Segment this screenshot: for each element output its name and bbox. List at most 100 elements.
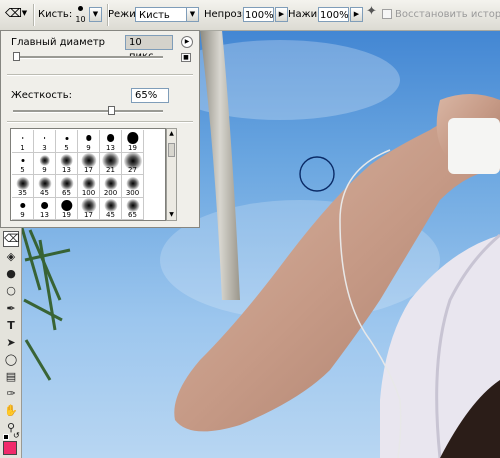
brush-preview-dot: [78, 6, 83, 11]
brush-preset-size-label: 9: [20, 211, 25, 219]
eyedropper-icon[interactable]: ✑: [3, 386, 19, 402]
blur-icon[interactable]: ●: [3, 266, 19, 282]
opacity-input[interactable]: 100%: [243, 7, 274, 22]
brush-preset-1-1[interactable]: 9: [34, 152, 56, 175]
brush-preset-size-label: 100: [81, 188, 96, 197]
brush-tip-icon: [21, 159, 24, 162]
brush-tip-icon: [40, 201, 49, 210]
brush-preset-size-label: 5: [20, 166, 25, 174]
brush-preset-size-label: 13: [106, 143, 115, 152]
opacity-slider-button[interactable]: ▶: [275, 7, 288, 22]
brush-preset-size-label: 13: [62, 166, 71, 174]
brush-tip-icon: [39, 155, 50, 166]
brush-tip-icon: [21, 137, 24, 139]
brush-preset-1-3[interactable]: 17: [78, 152, 100, 175]
scroll-up-arrow[interactable]: ▲: [167, 129, 176, 139]
brush-preset-2-4[interactable]: 200: [100, 175, 122, 198]
brush-preset-size-label: 45: [40, 188, 49, 197]
options-bar: ⌫ ▼ Кисть: 10 ▼ Режим: Кисть ▼ Непрозр.:…: [0, 0, 500, 31]
brush-preset-size-label: 19: [62, 211, 71, 219]
brush-preset-3-5[interactable]: 65: [122, 197, 144, 220]
brush-preset-3-4[interactable]: 45: [100, 197, 122, 220]
brush-tip-icon: [43, 137, 46, 139]
flow-input[interactable]: 100%: [318, 7, 349, 22]
toolbox: ⌫ ◈ ● ○ ✒ T ➤ ◯ ▤ ✑ ✋ ⚲ ↺: [0, 228, 22, 458]
brush-preset-2-0[interactable]: 35: [12, 175, 34, 198]
flow-input-value: 100%: [320, 10, 349, 21]
save-preset-icon[interactable]: ■: [181, 53, 191, 62]
brush-preset-0-0[interactable]: 1: [12, 130, 34, 153]
pen-icon[interactable]: ✒: [3, 301, 19, 317]
eraser-icon[interactable]: ⌫: [3, 231, 20, 247]
paint-bucket-icon[interactable]: ◈: [3, 249, 19, 265]
presets-scrollbar[interactable]: ▲ ▼: [166, 128, 177, 221]
brush-preset-size-label: 300: [125, 188, 140, 197]
brush-preset-2-5[interactable]: 300: [122, 175, 144, 198]
mode-select-value: Кисть: [139, 10, 170, 21]
brush-tip-icon: [106, 134, 115, 142]
opacity-input-value: 100%: [245, 10, 274, 21]
brush-preset-size-label: 200: [103, 188, 118, 197]
brush-preset-3-3[interactable]: 17: [78, 197, 100, 220]
brush-preset-0-1[interactable]: 3: [34, 130, 56, 153]
hand-icon[interactable]: ✋: [3, 403, 19, 419]
brush-preset-size-label: 1: [20, 143, 25, 152]
restore-history-label: Восстановить историю: [395, 9, 500, 20]
sponge-icon[interactable]: ○: [3, 283, 19, 299]
brush-picker-button[interactable]: ▼: [89, 7, 102, 22]
foreground-color-swatch[interactable]: [3, 441, 17, 455]
brush-preset-0-4[interactable]: 13: [100, 130, 122, 153]
flow-slider-button[interactable]: ▶: [350, 7, 363, 22]
brush-preset-size-label: 17: [84, 166, 93, 174]
brush-preset-0-3[interactable]: 9: [78, 130, 100, 153]
brush-preset-1-4[interactable]: 21: [100, 151, 122, 175]
airbrush-icon[interactable]: ✦: [366, 5, 377, 18]
brush-preset-size-label: 27: [128, 166, 137, 174]
brush-tip-icon: [85, 135, 92, 141]
brush-preset-size-label: 17: [84, 211, 93, 219]
notes-icon[interactable]: ▤: [3, 369, 19, 385]
brush-preset-3-2[interactable]: 19: [56, 197, 78, 220]
swap-colors-icon[interactable]: ↺: [13, 431, 20, 440]
brush-preset-0-5[interactable]: 19: [122, 130, 144, 153]
mode-select-arrow[interactable]: ▼: [186, 7, 199, 22]
panel-menu-button[interactable]: ▶: [181, 36, 193, 48]
hardness-input[interactable]: 65%: [131, 88, 169, 103]
type-icon[interactable]: T: [3, 318, 19, 334]
brush-preset-3-1[interactable]: 13: [34, 197, 56, 220]
brush-preset-1-5[interactable]: 27: [122, 151, 144, 175]
brush-preset-size-label: 65: [62, 188, 71, 197]
default-colors-icon[interactable]: [3, 434, 9, 440]
brush-picker-panel: Главный диаметр 10 пикс. ▶ ■ Жесткость: …: [0, 30, 200, 228]
brush-tip-icon: [60, 154, 73, 167]
diameter-slider-thumb[interactable]: [13, 52, 20, 61]
hardness-slider-track[interactable]: [13, 110, 163, 113]
brush-preset-3-0[interactable]: 9: [12, 197, 34, 220]
brush-presets-grid: 1 3 5 9 13 19 5 9 13 17 21 27 35 45 65 100 200 300 9 13 19 17…: [10, 128, 166, 221]
brush-preset-0-2[interactable]: 5: [56, 130, 78, 153]
brush-preset-2-3[interactable]: 100: [78, 175, 100, 198]
brush-preview[interactable]: 10: [72, 4, 88, 26]
scroll-down-arrow[interactable]: ▼: [167, 210, 176, 220]
diameter-input[interactable]: 10 пикс.: [125, 35, 173, 62]
scroll-thumb[interactable]: [168, 143, 175, 157]
brush-preset-2-2[interactable]: 65: [56, 175, 78, 198]
brush-preset-1-2[interactable]: 13: [56, 152, 78, 175]
brush-tip-icon: [126, 132, 139, 144]
path-select-icon[interactable]: ➤: [3, 335, 19, 351]
brush-preset-1-0[interactable]: 5: [12, 152, 34, 175]
ellipse-icon[interactable]: ◯: [3, 352, 19, 368]
hardness-slider-thumb[interactable]: [107, 106, 115, 115]
hardness-label: Жесткость:: [11, 90, 72, 101]
brush-preset-size-label: 45: [106, 211, 115, 219]
brush-preset-size-label: 19: [128, 143, 137, 152]
diameter-slider-track[interactable]: [13, 56, 163, 59]
brush-tip-icon: [60, 199, 73, 212]
brush-preset-size-label: 9: [86, 143, 91, 152]
brush-preset-size-label: 9: [42, 166, 47, 174]
brush-tip-icon: [19, 202, 26, 209]
tool-preset-dropdown[interactable]: ▼: [20, 7, 29, 22]
restore-history-checkbox[interactable]: [382, 9, 392, 19]
brush-preset-size-label: 3: [42, 143, 47, 152]
brush-preset-2-1[interactable]: 45: [34, 175, 56, 198]
